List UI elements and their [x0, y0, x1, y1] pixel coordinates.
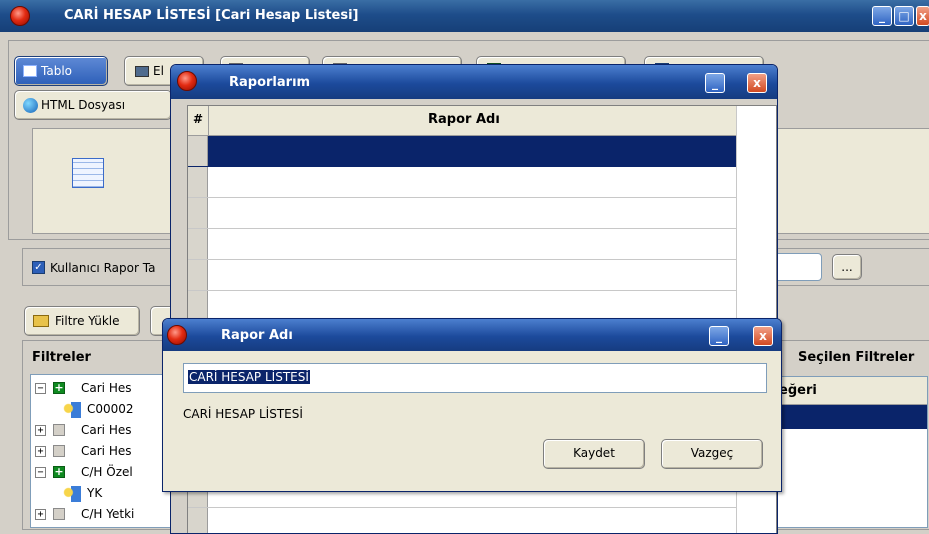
app-orb-icon: [10, 6, 30, 26]
row-header: [188, 198, 208, 228]
tree-item[interactable]: + Cari Hes: [35, 442, 175, 462]
html-file-button[interactable]: HTML Dosyası: [14, 90, 172, 120]
col-hash-header: #: [193, 112, 204, 126]
row-header: [188, 167, 208, 197]
collapse-icon[interactable]: −: [35, 383, 46, 394]
minimize-icon[interactable]: _: [709, 326, 729, 346]
minimize-icon[interactable]: _: [872, 6, 892, 26]
value-column-header-label: eğeri: [779, 383, 817, 398]
key-icon: [63, 402, 81, 418]
unchecked-filter-icon[interactable]: [53, 508, 65, 520]
browse-button[interactable]: ...: [832, 254, 862, 280]
checked-filter-icon[interactable]: +: [53, 382, 65, 394]
table-row[interactable]: [188, 198, 776, 229]
tree-item-label: C00002: [87, 402, 134, 416]
unchecked-filter-icon[interactable]: [53, 424, 65, 436]
report-name-dialog: Rapor Adı _ x CARİ HESAP LİSTESİ CARİ HE…: [162, 318, 782, 492]
filters-heading: Filtreler: [32, 350, 91, 365]
close-icon[interactable]: x: [916, 6, 929, 26]
tablo-button-label: Tablo: [41, 64, 72, 78]
main-window-title: CARİ HESAP LİSTESİ [Cari Hesap Listesi]: [64, 8, 359, 23]
row-header: [188, 136, 208, 166]
report-name-titlebar[interactable]: Rapor Adı _ x: [163, 319, 781, 351]
table-row[interactable]: [188, 229, 776, 260]
close-icon[interactable]: x: [747, 73, 767, 93]
cancel-button-label: Vazgeç: [690, 446, 734, 460]
tree-item-label: Cari Hes: [81, 444, 132, 458]
minimize-icon[interactable]: _: [705, 73, 725, 93]
save-button-label: Kaydet: [573, 446, 615, 460]
reports-titlebar[interactable]: Raporlarım _ x: [171, 65, 777, 99]
tree-item-label: Cari Hes: [81, 423, 132, 437]
tree-item[interactable]: − + Cari Hes: [35, 379, 175, 399]
report-name-input-value: CARİ HESAP LİSTESİ: [188, 370, 310, 384]
tree-item[interactable]: + Cari Hes: [35, 421, 175, 441]
save-button[interactable]: Kaydet: [543, 439, 645, 469]
globe-icon: [23, 98, 38, 113]
row-header: [188, 229, 208, 259]
app-orb-icon: [167, 325, 187, 345]
report-name-input[interactable]: CARİ HESAP LİSTESİ: [183, 363, 767, 393]
checked-filter-icon[interactable]: +: [53, 466, 65, 478]
tree-item-label: C/H Özel: [81, 465, 133, 479]
monitor-icon: [135, 66, 149, 77]
tree-item-label: C/H Yetki: [81, 507, 135, 521]
filter-tree: − + Cari Hes C00002 + Cari Hes + Cari He…: [30, 374, 180, 528]
filter-load-button-label: Filtre Yükle: [55, 314, 120, 328]
selected-row[interactable]: [767, 405, 927, 429]
col-divider: [208, 106, 209, 135]
report-name-preview: CARİ HESAP LİSTESİ: [183, 407, 303, 421]
user-report-checkbox[interactable]: ✓: [32, 261, 45, 274]
table-preview-icon: [72, 158, 104, 188]
folder-open-icon: [33, 315, 49, 327]
unchecked-filter-icon[interactable]: [53, 445, 65, 457]
key-icon: [63, 486, 81, 502]
maximize-icon[interactable]: □: [894, 6, 914, 26]
row-header: [188, 508, 208, 533]
table-row[interactable]: [188, 167, 776, 198]
table-row[interactable]: [188, 136, 776, 167]
reports-dialog-title: Raporlarım: [229, 75, 311, 90]
expand-icon[interactable]: +: [35, 425, 46, 436]
table-row[interactable]: [188, 260, 776, 291]
tree-item[interactable]: C00002: [35, 400, 175, 420]
tablo-button[interactable]: Tablo: [14, 56, 108, 86]
close-icon[interactable]: x: [753, 326, 773, 346]
ekran-button-label: El: [153, 64, 164, 78]
expand-icon[interactable]: +: [35, 446, 46, 457]
app-orb-icon: [177, 71, 197, 91]
filter-load-button[interactable]: Filtre Yükle: [24, 306, 140, 336]
row-header: [188, 291, 208, 321]
selected-filters-heading: Seçilen Filtreler: [798, 350, 915, 365]
main-titlebar[interactable]: CARİ HESAP LİSTESİ [Cari Hesap Listesi] …: [0, 0, 929, 32]
tree-item-label: Cari Hes: [81, 381, 132, 395]
collapse-icon[interactable]: −: [35, 467, 46, 478]
expand-icon[interactable]: +: [35, 509, 46, 520]
table-row[interactable]: [188, 508, 776, 533]
tree-item[interactable]: − + C/H Özel: [35, 463, 175, 483]
browse-button-label: ...: [841, 260, 853, 274]
col-report-name-header[interactable]: Rapor Adı: [428, 112, 500, 127]
cancel-button[interactable]: Vazgeç: [661, 439, 763, 469]
tree-item-label: YK: [87, 486, 103, 500]
tree-item[interactable]: YK: [35, 484, 175, 504]
user-report-checkbox-label: Kullanıcı Rapor Ta: [50, 261, 156, 275]
value-column-header: eğeri: [767, 377, 927, 405]
report-name-dialog-title: Rapor Adı: [221, 328, 293, 343]
row-header: [188, 260, 208, 290]
reports-grid-header: # Rapor Adı: [188, 106, 776, 136]
selected-filters-grid: eğeri: [766, 376, 928, 528]
html-file-button-label: HTML Dosyası: [41, 98, 126, 112]
table-icon: [23, 65, 37, 77]
tree-item[interactable]: + C/H Yetki: [35, 505, 175, 525]
